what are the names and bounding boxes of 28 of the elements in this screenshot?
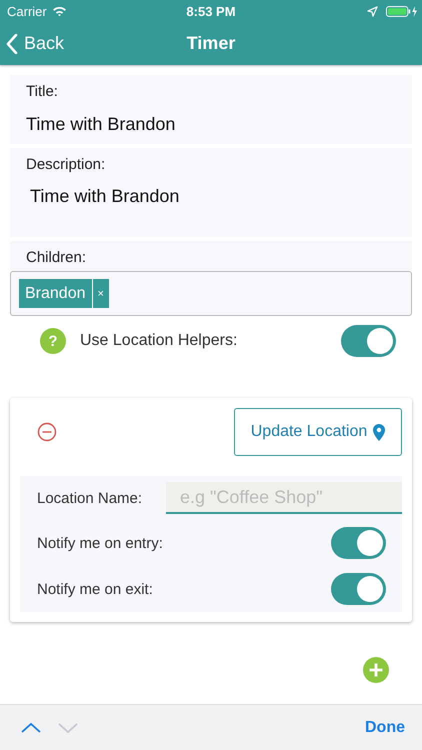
update-location-button[interactable]: Update Location: [234, 408, 402, 456]
location-arrow-icon: [367, 6, 378, 16]
battery-icon: [386, 6, 417, 16]
toggle-switch[interactable]: [331, 573, 386, 605]
location-helpers-label: Use Location Helpers:: [80, 332, 238, 350]
screen-title: Timer: [186, 33, 236, 54]
carrier-label: Carrier: [7, 4, 47, 18]
location-name-label: Location Name:: [37, 490, 142, 506]
remove-icon[interactable]: [37, 422, 57, 442]
wifi-icon: [52, 5, 67, 17]
children-field[interactable]: Brandon ×: [10, 271, 412, 316]
notify-label: Notify me on entry:: [37, 534, 163, 552]
chevron-left-icon: [6, 34, 18, 54]
toggle-switch[interactable]: [341, 325, 396, 357]
status-time: 8:53 PM: [185, 4, 237, 18]
field-label: Title:: [25, 82, 59, 102]
field-label: Description:: [25, 155, 106, 175]
tag-remove-button[interactable]: ×: [92, 279, 109, 308]
back-button[interactable]: Back: [0, 33, 64, 54]
field-label: Children:: [25, 248, 88, 268]
chevron-up-icon[interactable]: [20, 722, 42, 734]
add-button[interactable]: [363, 657, 389, 683]
map-pin-icon: [373, 424, 386, 440]
notify-label: Notify me on exit:: [37, 580, 153, 598]
done-button[interactable]: Done: [359, 718, 411, 738]
tag-label: Brandon: [19, 279, 92, 308]
help-button[interactable]: ?: [40, 328, 66, 354]
toggle-switch[interactable]: [331, 527, 386, 559]
